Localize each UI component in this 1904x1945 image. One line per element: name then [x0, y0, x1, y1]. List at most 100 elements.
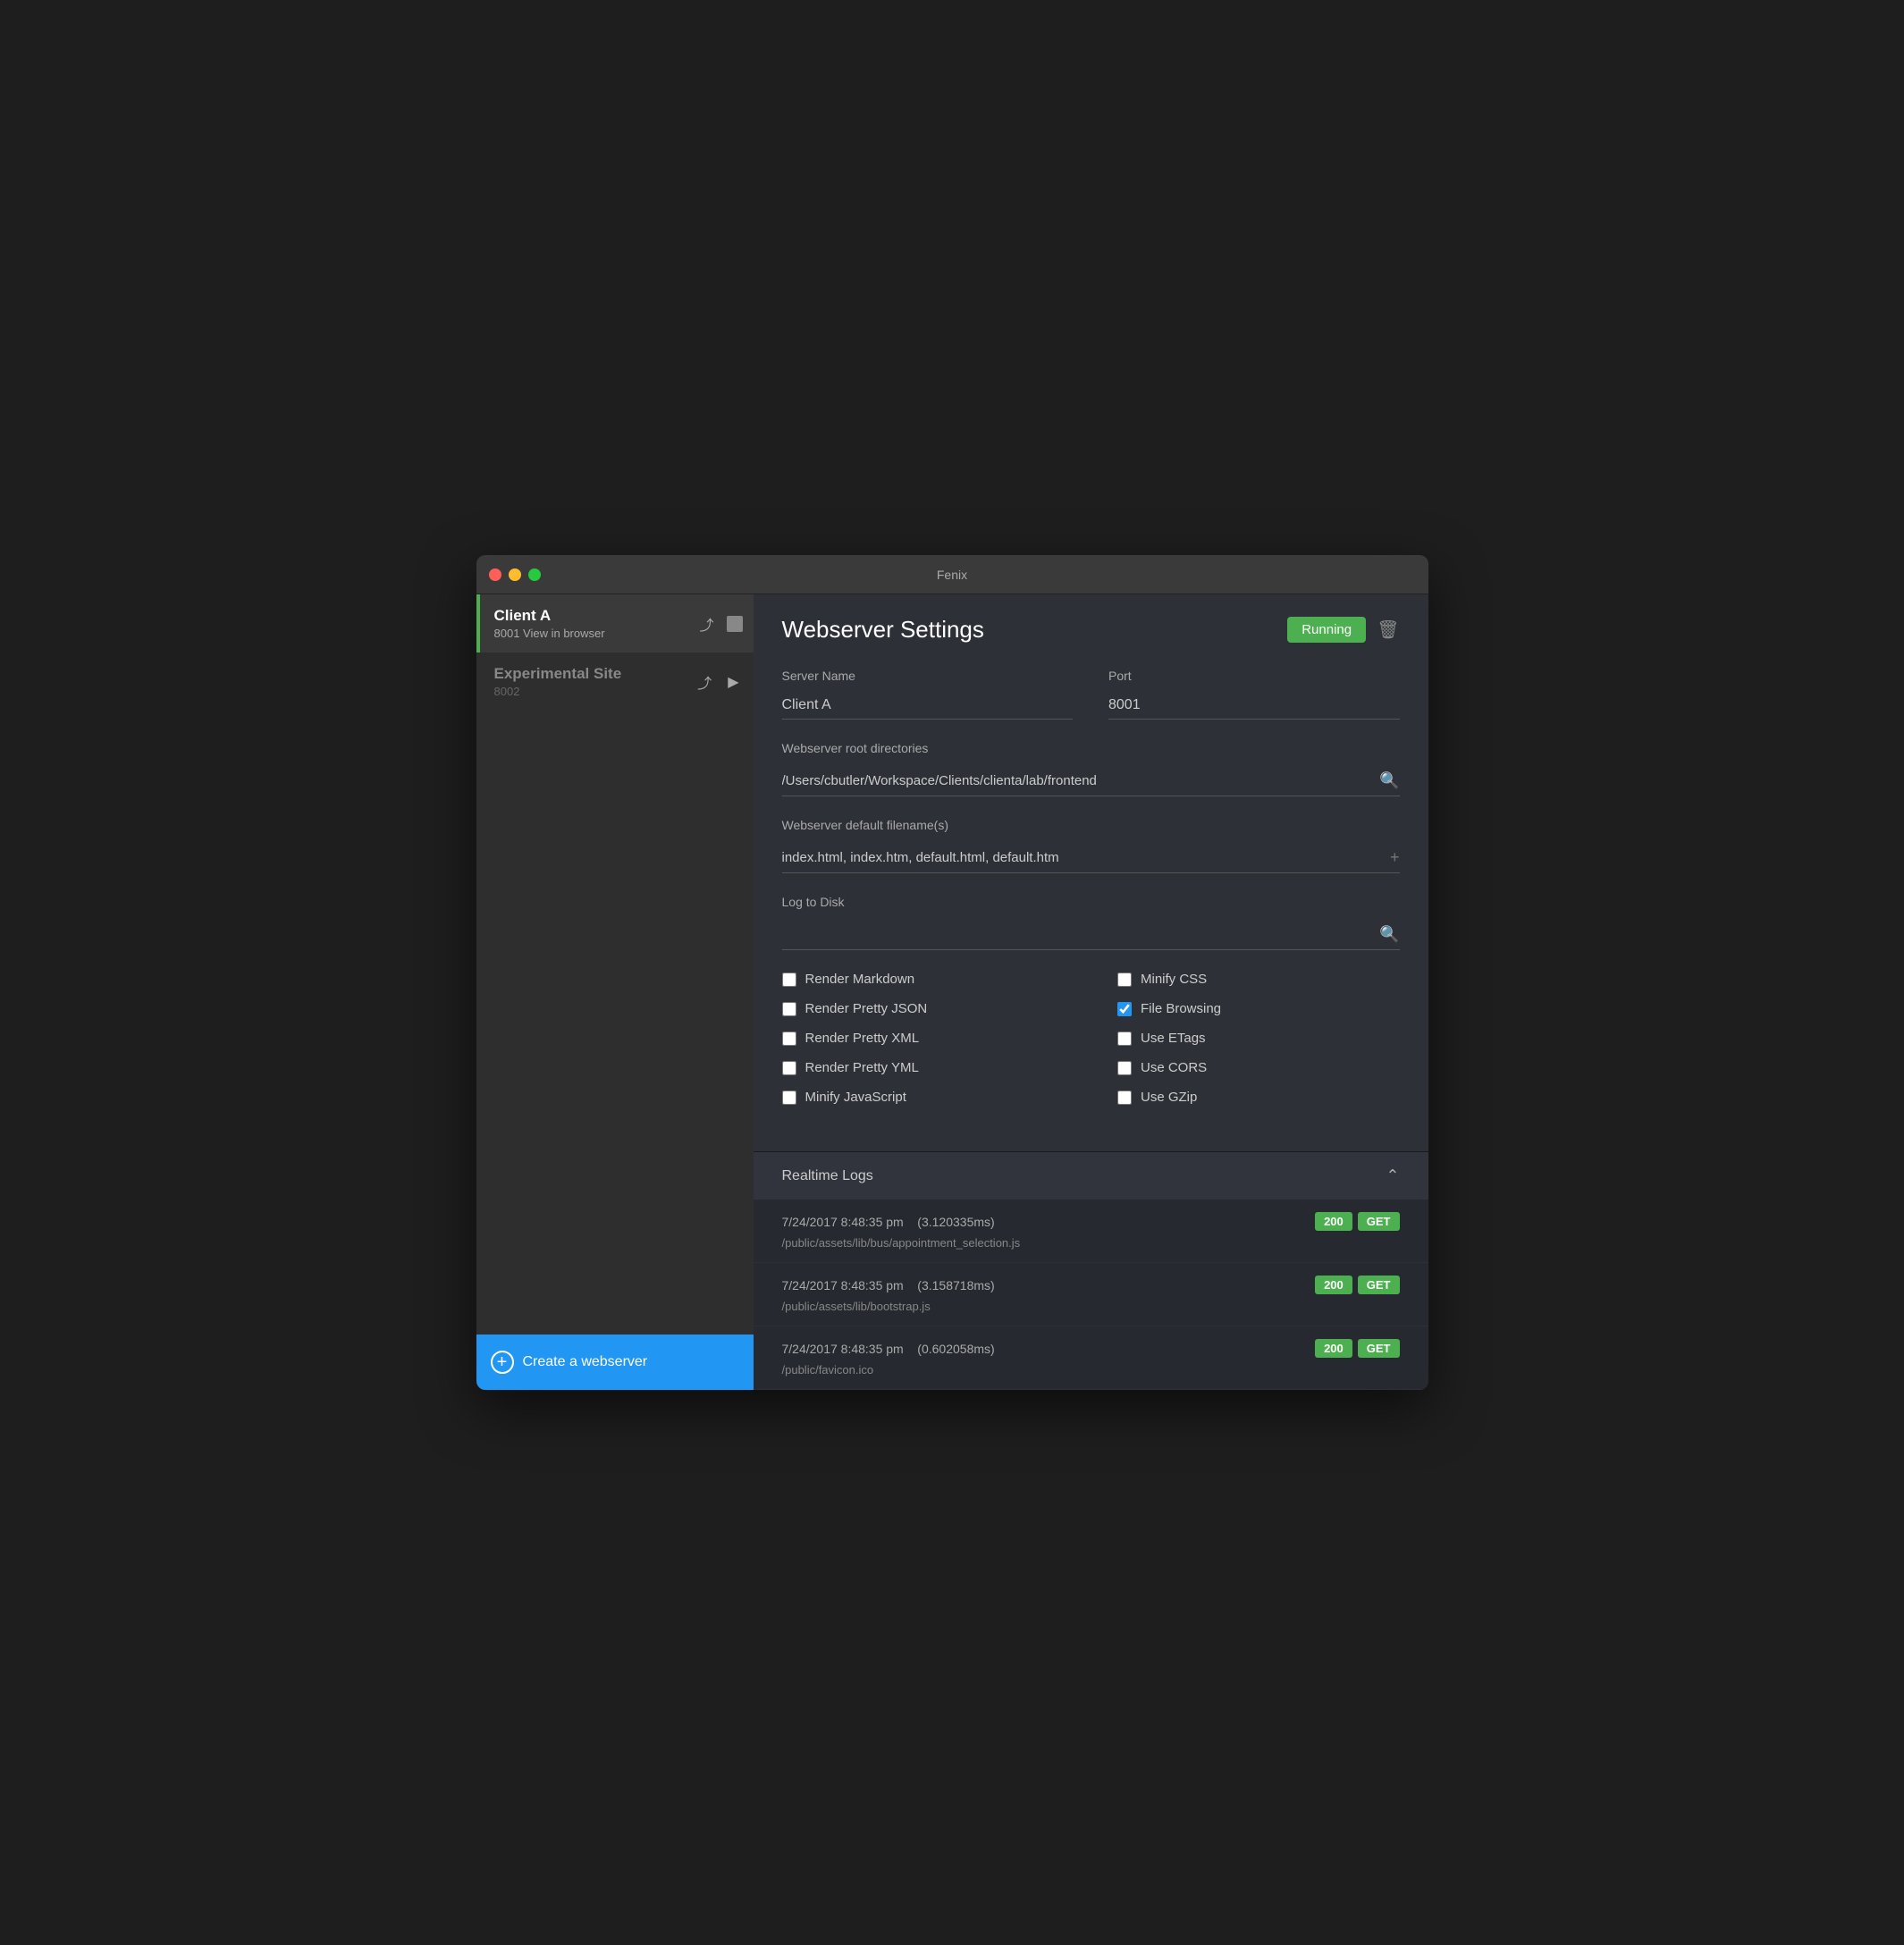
port-label: Port	[1108, 669, 1400, 683]
sidebar: Client A 8001 View in browser ⤴ Experime…	[476, 594, 754, 1390]
log-path: /public/favicon.ico	[782, 1363, 1400, 1377]
sidebar-item-experimental[interactable]: Experimental Site 8002 ⤴ ▶	[476, 653, 754, 711]
log-badges: 200 GET	[1315, 1276, 1399, 1294]
log-to-disk-input[interactable]	[782, 927, 1380, 942]
log-entry-2: 7/24/2017 8:48:35 pm (3.158718ms) 200 GE…	[754, 1263, 1428, 1326]
use-etags-label: Use ETags	[1141, 1031, 1206, 1046]
sidebar-item-client-a[interactable]: Client A 8001 View in browser ⤴	[476, 594, 754, 653]
use-cors-label: Use CORS	[1141, 1060, 1207, 1075]
settings-panel: Webserver Settings Running 🗑 Server Name…	[754, 594, 1428, 1151]
default-files-input-wrapper: +	[782, 843, 1400, 873]
checkbox-use-gzip[interactable]: Use GZip	[1117, 1090, 1400, 1105]
server-name-label: Server Name	[782, 669, 1074, 683]
checkbox-render-pretty-xml[interactable]: Render Pretty XML	[782, 1031, 1065, 1046]
minify-css-checkbox[interactable]	[1117, 972, 1132, 987]
log-path: /public/assets/lib/bootstrap.js	[782, 1300, 1400, 1313]
server-name-group: Server Name	[782, 669, 1074, 720]
maximize-button[interactable]	[528, 568, 541, 581]
settings-header: Webserver Settings Running 🗑	[782, 616, 1400, 644]
file-browsing-checkbox[interactable]	[1117, 1002, 1132, 1016]
default-files-section: Webserver default filename(s) +	[782, 818, 1400, 873]
content-area: Webserver Settings Running 🗑 Server Name…	[754, 594, 1428, 1390]
checkbox-render-pretty-json[interactable]: Render Pretty JSON	[782, 1001, 1065, 1016]
checkbox-minify-javascript[interactable]: Minify JavaScript	[782, 1090, 1065, 1105]
use-cors-checkbox[interactable]	[1117, 1061, 1132, 1075]
logs-title: Realtime Logs	[782, 1168, 873, 1184]
log-entry-header: 7/24/2017 8:48:35 pm (3.120335ms) 200 GE…	[782, 1212, 1400, 1231]
search-icon[interactable]: 🔍	[1379, 771, 1399, 790]
share-icon[interactable]: ⤴	[694, 668, 715, 696]
logs-header[interactable]: Realtime Logs ⌃	[754, 1152, 1428, 1200]
checkbox-minify-css[interactable]: Minify CSS	[1117, 972, 1400, 987]
use-etags-checkbox[interactable]	[1117, 1031, 1132, 1046]
render-pretty-xml-checkbox[interactable]	[782, 1031, 796, 1046]
render-pretty-yml-checkbox[interactable]	[782, 1061, 796, 1075]
share-icon[interactable]: ⤴	[695, 610, 717, 638]
delete-button[interactable]: 🗑	[1377, 619, 1399, 641]
add-filename-icon[interactable]: +	[1390, 848, 1400, 867]
logs-collapse-icon[interactable]: ⌃	[1386, 1166, 1399, 1185]
checkboxes-grid: Render Markdown Minify CSS Render Pretty…	[782, 972, 1400, 1105]
render-markdown-label: Render Markdown	[805, 972, 915, 987]
root-dir-label: Webserver root directories	[782, 741, 1400, 755]
status-badge: 200	[1315, 1339, 1352, 1358]
log-entry-1: 7/24/2017 8:48:35 pm (3.120335ms) 200 GE…	[754, 1200, 1428, 1263]
status-badge: 200	[1315, 1212, 1352, 1231]
titlebar-buttons	[489, 568, 541, 581]
checkbox-use-etags[interactable]: Use ETags	[1117, 1031, 1400, 1046]
default-files-input[interactable]	[782, 850, 1390, 865]
checkbox-render-pretty-yml[interactable]: Render Pretty YML	[782, 1060, 1065, 1075]
use-gzip-checkbox[interactable]	[1117, 1090, 1132, 1105]
create-webserver-button[interactable]: + Create a webserver	[476, 1335, 754, 1390]
checkbox-file-browsing[interactable]: File Browsing	[1117, 1001, 1400, 1016]
file-browsing-label: File Browsing	[1141, 1001, 1221, 1016]
method-badge: GET	[1358, 1212, 1400, 1231]
render-pretty-json-label: Render Pretty JSON	[805, 1001, 928, 1016]
sidebar-item-actions: ⤴ ▶	[694, 668, 742, 696]
stop-button[interactable]	[727, 616, 743, 632]
checkbox-use-cors[interactable]: Use CORS	[1117, 1060, 1400, 1075]
root-dir-input[interactable]	[782, 773, 1380, 788]
log-timestamp: 7/24/2017 8:48:35 pm (3.158718ms)	[782, 1278, 995, 1292]
main-layout: Client A 8001 View in browser ⤴ Experime…	[476, 594, 1428, 1390]
log-entry-3: 7/24/2017 8:48:35 pm (0.602058ms) 200 GE…	[754, 1326, 1428, 1390]
log-search-icon[interactable]: 🔍	[1379, 925, 1399, 944]
status-badge: 200	[1315, 1276, 1352, 1294]
port-group: Port	[1108, 669, 1400, 720]
log-entry-header: 7/24/2017 8:48:35 pm (0.602058ms) 200 GE…	[782, 1339, 1400, 1358]
settings-title: Webserver Settings	[782, 616, 984, 644]
use-gzip-label: Use GZip	[1141, 1090, 1197, 1105]
minify-javascript-checkbox[interactable]	[782, 1090, 796, 1105]
render-pretty-xml-label: Render Pretty XML	[805, 1031, 920, 1046]
log-path: /public/assets/lib/bus/appointment_selec…	[782, 1236, 1400, 1250]
app-window: Fenix Client A 8001 View in browser ⤴ Ex…	[476, 555, 1428, 1390]
default-files-label: Webserver default filename(s)	[782, 818, 1400, 832]
log-to-disk-label: Log to Disk	[782, 895, 1400, 909]
log-timestamp: 7/24/2017 8:48:35 pm (0.602058ms)	[782, 1342, 995, 1356]
minimize-button[interactable]	[509, 568, 521, 581]
close-button[interactable]	[489, 568, 501, 581]
settings-header-right: Running 🗑	[1287, 617, 1399, 643]
server-name-input[interactable]	[782, 692, 1074, 720]
method-badge: GET	[1358, 1276, 1400, 1294]
method-badge: GET	[1358, 1339, 1400, 1358]
logs-section: Realtime Logs ⌃ 7/24/2017 8:48:35 pm (3.…	[754, 1151, 1428, 1390]
log-to-disk-input-wrapper: 🔍	[782, 920, 1400, 950]
port-input[interactable]	[1108, 692, 1400, 720]
sidebar-spacer	[476, 711, 754, 1335]
plus-circle-icon: +	[491, 1351, 514, 1374]
checkbox-render-markdown[interactable]: Render Markdown	[782, 972, 1065, 987]
titlebar: Fenix	[476, 555, 1428, 594]
render-markdown-checkbox[interactable]	[782, 972, 796, 987]
server-port-row: Server Name Port	[782, 669, 1400, 720]
log-entry-header: 7/24/2017 8:48:35 pm (3.158718ms) 200 GE…	[782, 1276, 1400, 1294]
log-badges: 200 GET	[1315, 1212, 1399, 1231]
render-pretty-json-checkbox[interactable]	[782, 1002, 796, 1016]
log-timestamp: 7/24/2017 8:48:35 pm (3.120335ms)	[782, 1215, 995, 1229]
root-dir-section: Webserver root directories 🔍	[782, 741, 1400, 796]
play-icon[interactable]: ▶	[724, 669, 742, 695]
root-dir-input-wrapper: 🔍	[782, 766, 1400, 796]
minify-css-label: Minify CSS	[1141, 972, 1207, 987]
render-pretty-yml-label: Render Pretty YML	[805, 1060, 919, 1075]
window-title: Fenix	[937, 568, 967, 582]
